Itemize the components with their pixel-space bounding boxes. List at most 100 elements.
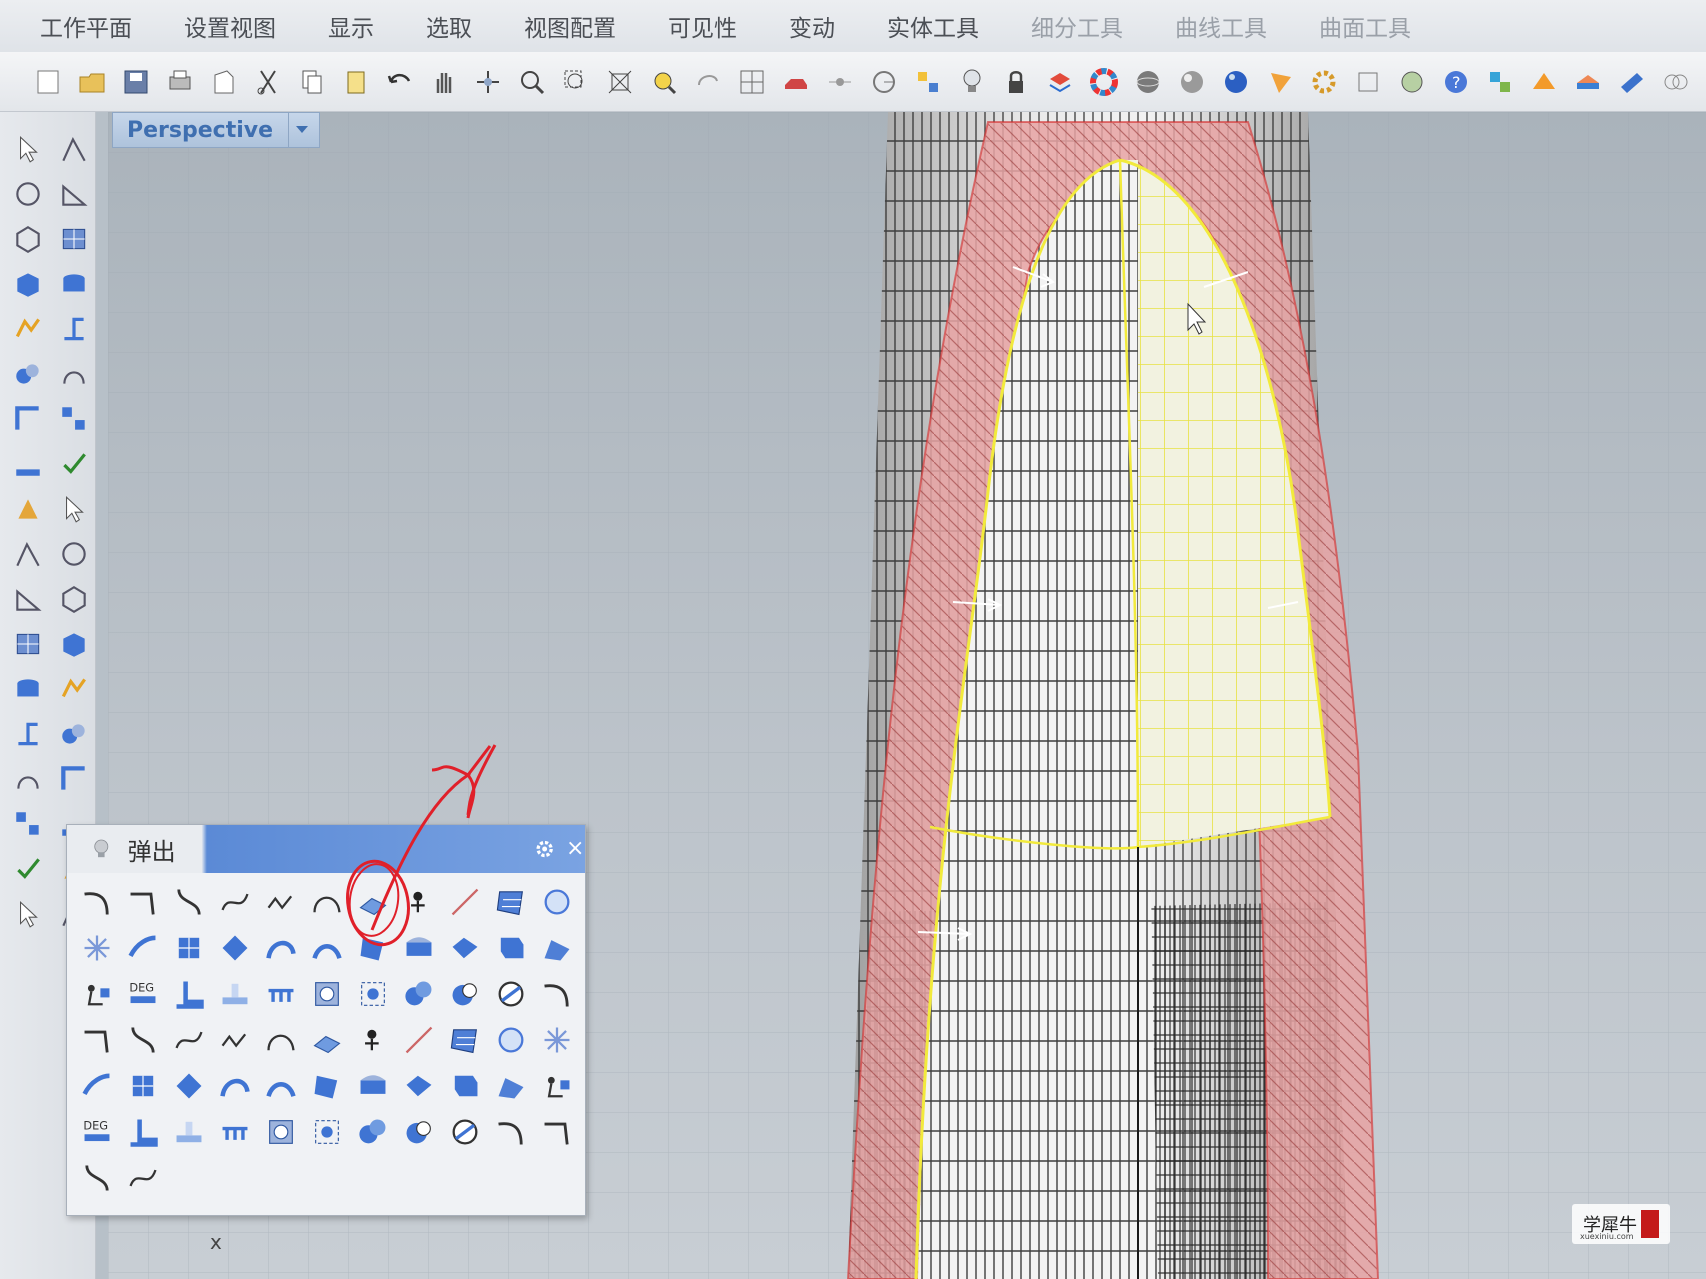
surface-patch-button[interactable] (52, 351, 96, 396)
blend-button[interactable] (52, 621, 96, 666)
grid-button[interactable] (910, 64, 946, 100)
viewport-title[interactable]: Perspective (113, 118, 288, 143)
dimension-button[interactable] (6, 531, 50, 576)
spheres-button[interactable] (75, 1017, 119, 1063)
mesh-grid-button[interactable] (75, 1155, 119, 1201)
layer-button[interactable] (1042, 64, 1078, 100)
curvature-button[interactable] (397, 1063, 441, 1109)
bend-button[interactable] (535, 925, 579, 971)
four-viewports-button[interactable] (734, 64, 770, 100)
extrude-button[interactable] (397, 925, 441, 971)
box-button[interactable] (6, 396, 50, 441)
cube-alt-button[interactable] (351, 1017, 395, 1063)
curve-blend-button[interactable] (535, 1109, 579, 1155)
options-button[interactable] (1350, 64, 1386, 100)
light-bulb-button[interactable] (954, 64, 990, 100)
polygon-button[interactable] (6, 261, 50, 306)
text-surface-button[interactable] (443, 1109, 487, 1155)
zoom-button[interactable] (514, 64, 550, 100)
flat-button[interactable] (259, 971, 303, 1017)
mesh-button[interactable] (52, 441, 96, 486)
extrude-curve-button[interactable] (213, 971, 257, 1017)
rebuild-curve-button[interactable] (259, 879, 303, 925)
person-button[interactable] (397, 879, 441, 925)
rendered-sphere-button[interactable] (1174, 64, 1210, 100)
cluster-button[interactable] (52, 576, 96, 621)
lock-button[interactable] (998, 64, 1034, 100)
lightning-button[interactable] (52, 486, 96, 531)
point-button[interactable] (52, 126, 96, 171)
menu-curve-tools[interactable]: 曲线工具 (1175, 9, 1267, 43)
sphere-button[interactable] (535, 879, 579, 925)
scale-button[interactable] (52, 666, 96, 711)
split-line-button[interactable] (489, 1063, 533, 1109)
gear-tool-button[interactable] (1306, 64, 1342, 100)
surface-grid-button[interactable] (6, 351, 50, 396)
popup-close-button[interactable]: × (565, 837, 585, 861)
blend-curve-button[interactable] (167, 879, 211, 925)
menu-surface-tools[interactable]: 曲面工具 (1319, 9, 1411, 43)
boolean-difference-button[interactable] (489, 971, 533, 1017)
pan-hand-button[interactable] (426, 64, 462, 100)
rail-button[interactable] (213, 925, 257, 971)
point-plane-button[interactable] (121, 1155, 165, 1201)
sweep-button[interactable] (121, 925, 165, 971)
block-button[interactable] (6, 756, 50, 801)
cube-edge-button[interactable] (397, 1017, 441, 1063)
undo-button[interactable] (382, 64, 418, 100)
light-bulb-icon[interactable] (89, 834, 114, 864)
boolean-button[interactable] (6, 576, 50, 621)
analysis-button[interactable] (1394, 64, 1430, 100)
cube-button[interactable] (305, 1017, 349, 1063)
select-pointer-button[interactable] (6, 126, 50, 171)
split-curve-button[interactable] (535, 1063, 579, 1109)
extrude-button[interactable] (52, 531, 96, 576)
rect-frame-button[interactable] (167, 1109, 211, 1155)
fillet-button[interactable] (6, 621, 50, 666)
car-button[interactable] (778, 64, 814, 100)
box-button[interactable] (121, 1017, 165, 1063)
array-button[interactable] (6, 711, 50, 756)
new-file-button[interactable] (30, 64, 66, 100)
snap-button[interactable] (822, 64, 858, 100)
polyline-button[interactable] (6, 171, 50, 216)
copy-button[interactable] (294, 64, 330, 100)
surface-grid-button[interactable] (489, 879, 533, 925)
blue-sphere-button[interactable] (1218, 64, 1254, 100)
menu-display[interactable]: 显示 (328, 9, 374, 43)
ellipse-button[interactable] (52, 216, 96, 261)
tube-alt-button[interactable] (121, 1063, 165, 1109)
plane-alt-button[interactable] (213, 1063, 257, 1109)
cap-button[interactable] (535, 1017, 579, 1063)
target-button[interactable] (397, 971, 441, 1017)
curve-fillet-button[interactable] (75, 879, 119, 925)
square-button[interactable]: DEG (75, 1109, 119, 1155)
menu-visibility[interactable]: 可见性 (668, 9, 737, 43)
line-button[interactable] (443, 879, 487, 925)
tube-button[interactable] (75, 1063, 119, 1109)
edge-surface-button[interactable] (351, 925, 395, 971)
arc-blend-button[interactable] (305, 879, 349, 925)
zoom-extents-button[interactable] (602, 64, 638, 100)
hexagon-button[interactable] (6, 306, 50, 351)
offset-button[interactable] (489, 925, 533, 971)
hourglass-button[interactable] (305, 1109, 349, 1155)
disk-button[interactable] (489, 1109, 533, 1155)
curve-button[interactable] (52, 171, 96, 216)
text-button[interactable] (6, 666, 50, 711)
bend-surface-button[interactable] (397, 1109, 441, 1155)
paint-button[interactable] (6, 891, 50, 936)
boolean-union-button[interactable] (443, 971, 487, 1017)
flow-button[interactable] (52, 711, 96, 756)
print-button[interactable] (162, 64, 198, 100)
plane-button[interactable] (1614, 64, 1650, 100)
plane-button[interactable] (167, 1063, 211, 1109)
paste-button[interactable] (338, 64, 374, 100)
circle-button[interactable] (6, 216, 50, 261)
array-button[interactable] (305, 971, 349, 1017)
menu-set-view[interactable]: 设置视图 (184, 9, 276, 43)
sphere-button[interactable] (52, 396, 96, 441)
popup-header[interactable]: 弹出 × (67, 825, 585, 873)
menu-workplane[interactable]: 工作平面 (40, 9, 132, 43)
cylinder-button[interactable] (489, 1017, 533, 1063)
